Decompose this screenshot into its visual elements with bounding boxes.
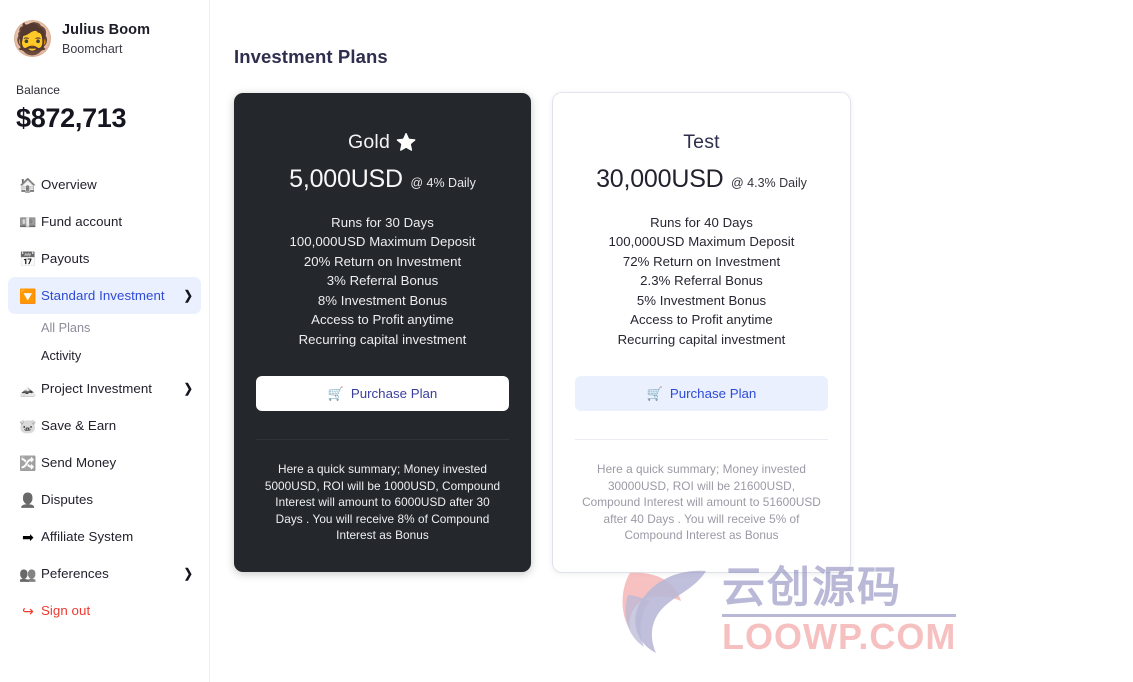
- sidebar-item-project-investment[interactable]: 🗻 Project Investment ❯: [8, 370, 201, 407]
- purchase-plan-label: Purchase Plan: [669, 386, 757, 401]
- sidebar-item-affiliate-system[interactable]: ➡ Affiliate System: [8, 518, 201, 555]
- app-root: 🧔 Julius Boom Boomchart Balance $872,713…: [0, 0, 1133, 682]
- main-content: Investment Plans Gold ⭐ 5,000USD @ 4% Da…: [210, 0, 1133, 682]
- chevron-double-down-icon: 🔽: [19, 287, 37, 304]
- plan-card-list: Gold ⭐ 5,000USD @ 4% Daily Runs for 30 D…: [234, 93, 1133, 572]
- watermark-text: 云创源码 LOOWP.COM: [722, 564, 957, 657]
- plan-summary: Here a quick summary; Money invested 500…: [264, 462, 501, 543]
- watermark: 云创源码 LOOWP.COM: [618, 563, 957, 659]
- plan-feature: Runs for 30 Days: [331, 214, 434, 230]
- profile-block[interactable]: 🧔 Julius Boom Boomchart: [0, 0, 209, 57]
- plan-title: Gold ⭐: [256, 131, 509, 153]
- shuffle-arrows-icon: 🔀: [19, 454, 37, 471]
- profile-subtitle: Boomchart: [62, 41, 123, 56]
- plan-amount: 30,000USD: [596, 164, 724, 193]
- plan-price: 5,000USD @ 4% Daily: [256, 164, 509, 193]
- shopping-cart-icon: 🛒: [327, 385, 344, 401]
- plan-price: 30,000USD @ 4.3% Daily: [575, 164, 828, 193]
- people-gear-icon: 👥: [19, 565, 37, 582]
- sidebar-item-overview[interactable]: 🏠 Overview: [8, 166, 201, 203]
- purchase-plan-button[interactable]: 🛒 Purchase Plan: [256, 376, 509, 411]
- plan-summary: Here a quick summary; Money invested 300…: [582, 462, 821, 543]
- shopping-cart-icon: 🛒: [646, 385, 663, 401]
- sidebar-subitem-all-plans[interactable]: All Plans: [0, 314, 209, 342]
- plan-card-gold[interactable]: Gold ⭐ 5,000USD @ 4% Daily Runs for 30 D…: [234, 93, 531, 572]
- sidebar: 🧔 Julius Boom Boomchart Balance $872,713…: [0, 0, 210, 682]
- balance-label: Balance: [16, 83, 61, 97]
- plan-feature: 3% Referral Bonus: [326, 273, 439, 288]
- sidebar-item-label: Fund account: [41, 214, 123, 229]
- sidebar-item-sign-out[interactable]: ↪ Sign out: [8, 592, 201, 629]
- person-icon: 👤: [19, 491, 37, 508]
- sidebar-subitem-label: Activity: [41, 349, 82, 363]
- plan-rate: @ 4.3% Daily: [730, 175, 807, 190]
- sidebar-item-label: Standard Investment: [41, 288, 165, 303]
- watermark-rule: [722, 614, 957, 617]
- plan-name: Test: [683, 131, 720, 153]
- plan-card-test[interactable]: Test 30,000USD @ 4.3% Daily Runs for 40 …: [553, 93, 850, 572]
- sidebar-subitem-activity[interactable]: Activity: [0, 342, 209, 370]
- sidebar-item-label: Sign out: [41, 603, 91, 618]
- plan-feature: 5% Investment Bonus: [636, 292, 767, 308]
- sidebar-item-disputes[interactable]: 👤 Disputes: [8, 481, 201, 518]
- sign-out-icon: ↪: [22, 602, 34, 619]
- sidebar-item-send-money[interactable]: 🔀 Send Money: [8, 444, 201, 481]
- plan-feature: 100,000USD Maximum Deposit: [289, 234, 476, 249]
- star-icon: ⭐: [395, 133, 417, 152]
- banknote-icon: 💵: [19, 213, 37, 230]
- purchase-plan-button[interactable]: 🛒 Purchase Plan: [575, 376, 828, 411]
- plan-feature: Runs for 40 Days: [650, 214, 753, 230]
- plan-feature: Recurring capital investment: [617, 331, 786, 347]
- sidebar-item-peferences[interactable]: 👥 Peferences ❯: [8, 555, 201, 592]
- mountain-icon: 🗻: [19, 380, 37, 397]
- sidebar-item-label: Save & Earn: [41, 418, 117, 433]
- plan-feature: 2.3% Referral Bonus: [640, 273, 763, 288]
- arrow-right-curve-icon: ➡: [22, 528, 34, 545]
- plan-rate: @ 4% Daily: [410, 175, 476, 190]
- plan-amount: 5,000USD: [289, 164, 403, 193]
- house-icon: 🏠: [19, 176, 37, 193]
- sidebar-item-label: Disputes: [41, 492, 94, 507]
- sidebar-item-standard-investment[interactable]: 🔽 Standard Investment ❯: [8, 277, 201, 314]
- sidebar-nav: 🏠 Overview 💵 Fund account 📅 Payouts 🔽 St…: [0, 166, 209, 629]
- leaf-swirl-logo-icon: [618, 565, 714, 657]
- plan-feature: 20% Return on Investment: [303, 253, 462, 269]
- sidebar-item-label: Payouts: [41, 251, 90, 266]
- chevron-right-icon: ❯: [183, 567, 193, 581]
- plan-feature: 72% Return on Investment: [622, 253, 781, 269]
- calendar-icon: 📅: [19, 250, 37, 267]
- watermark-chinese: 云创源码: [722, 564, 902, 612]
- profile-name: Julius Boom: [62, 22, 151, 39]
- sidebar-item-label: Affiliate System: [41, 529, 134, 544]
- sidebar-item-fund-account[interactable]: 💵 Fund account: [8, 203, 201, 240]
- avatar: 🧔: [14, 20, 51, 57]
- sidebar-item-label: Peferences: [41, 566, 109, 581]
- piggy-bank-icon: 🐷: [19, 417, 37, 434]
- plan-feature-list: Runs for 30 Days 100,000USD Maximum Depo…: [256, 213, 509, 350]
- plan-name: Gold: [348, 131, 390, 153]
- plan-feature-list: Runs for 40 Days 100,000USD Maximum Depo…: [575, 213, 828, 350]
- sidebar-item-label: Project Investment: [41, 381, 153, 396]
- sidebar-item-label: Overview: [41, 177, 97, 192]
- watermark-domain: LOOWP.COM: [722, 616, 957, 657]
- sidebar-item-label: Send Money: [41, 455, 117, 470]
- sidebar-item-payouts[interactable]: 📅 Payouts: [8, 240, 201, 277]
- plan-feature: Access to Profit anytime: [630, 312, 773, 327]
- chevron-right-icon: ❯: [183, 382, 193, 396]
- balance-block: Balance $872,713: [0, 57, 209, 134]
- plan-title: Test: [575, 131, 828, 153]
- balance-value: $872,713: [16, 103, 127, 133]
- page-title: Investment Plans: [234, 46, 388, 67]
- sidebar-subitem-label: All Plans: [41, 321, 91, 335]
- plan-feature: 8% Investment Bonus: [317, 292, 448, 308]
- plan-feature: Access to Profit anytime: [311, 312, 454, 327]
- purchase-plan-label: Purchase Plan: [350, 386, 438, 401]
- plan-feature: Recurring capital investment: [298, 331, 467, 347]
- sidebar-item-save-and-earn[interactable]: 🐷 Save & Earn: [8, 407, 201, 444]
- chevron-right-icon: ❯: [183, 289, 193, 303]
- plan-feature: 100,000USD Maximum Deposit: [608, 234, 795, 249]
